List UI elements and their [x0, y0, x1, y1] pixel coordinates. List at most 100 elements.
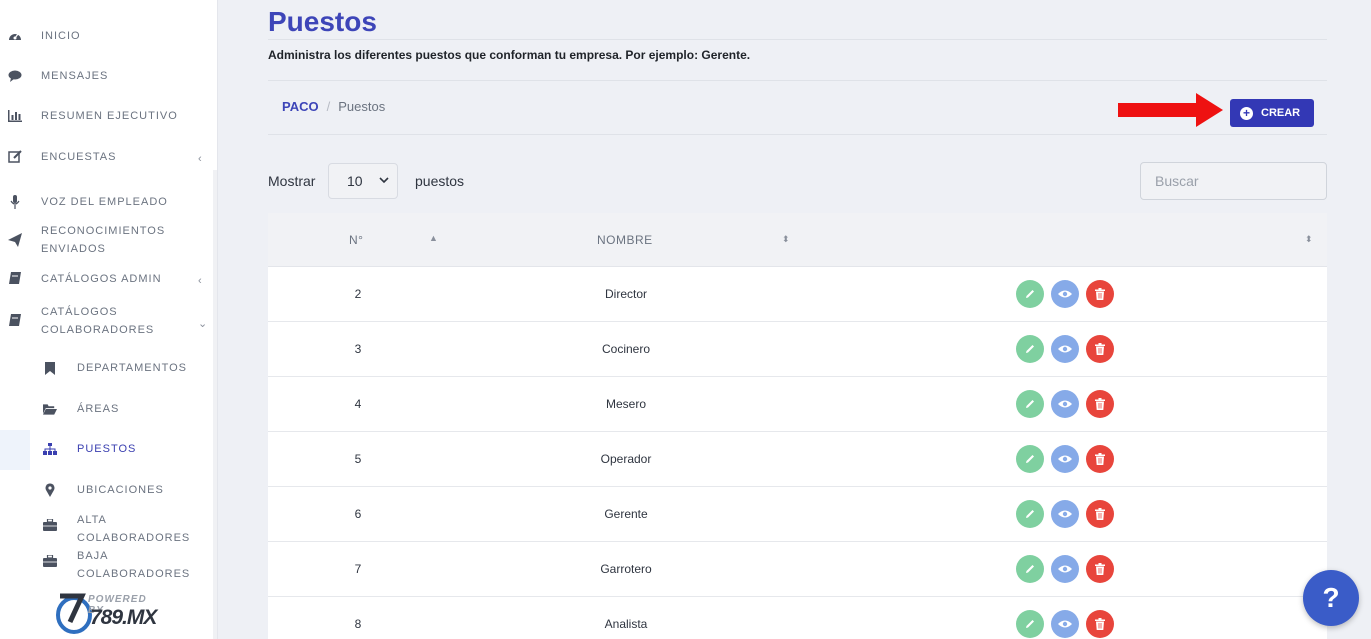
cell-number: 3: [354, 342, 362, 356]
column-header-number[interactable]: N°: [349, 233, 363, 247]
delete-button[interactable]: [1086, 335, 1114, 363]
cell-number: 4: [354, 397, 362, 411]
divider: [268, 134, 1327, 135]
sidebar-item-label: MENSAJES: [41, 70, 109, 82]
pencil-icon: [1026, 455, 1034, 463]
page-title: Puestos: [268, 6, 377, 37]
view-button[interactable]: [1051, 445, 1079, 473]
sidebar-item-catalogos-colaboradores[interactable]: CATÁLOGOS COLABORADORES ⌄: [0, 303, 218, 339]
sidebar-item-departamentos[interactable]: DEPARTAMENTOS: [0, 359, 218, 377]
create-button-label: CREAR: [1261, 107, 1301, 119]
view-button[interactable]: [1051, 555, 1079, 583]
sidebar-item-areas[interactable]: ÁREAS: [0, 400, 218, 418]
sidebar-item-label-line2: COLABORADORES: [77, 532, 191, 544]
cell-number: 6: [354, 507, 362, 521]
sort-asc-icon[interactable]: ▲: [429, 233, 438, 243]
delete-button[interactable]: [1086, 280, 1114, 308]
delete-button[interactable]: [1086, 390, 1114, 418]
delete-button[interactable]: [1086, 610, 1114, 638]
edit-button[interactable]: [1016, 335, 1044, 363]
trash-icon: [1095, 508, 1105, 520]
sidebar: INICIO MENSAJES RESUMEN EJECUTIVO ENCUES…: [0, 0, 218, 639]
microphone-icon: [8, 195, 22, 209]
sidebar-item-resumen-ejecutivo[interactable]: RESUMEN EJECUTIVO: [0, 107, 218, 125]
cell-name: Garrotero: [600, 562, 652, 576]
eye-icon: [1058, 565, 1072, 573]
book-icon: [8, 314, 22, 328]
sidebar-item-label: ÁREAS: [77, 403, 120, 415]
sidebar-item-catalogos-admin[interactable]: CATÁLOGOS ADMIN ‹: [0, 270, 218, 288]
eye-icon: [1058, 510, 1072, 518]
row-actions: [1016, 610, 1114, 638]
view-button[interactable]: [1051, 390, 1079, 418]
delete-button[interactable]: [1086, 445, 1114, 473]
edit-button[interactable]: [1016, 280, 1044, 308]
delete-button[interactable]: [1086, 555, 1114, 583]
edit-button[interactable]: [1016, 445, 1044, 473]
edit-button[interactable]: [1016, 610, 1044, 638]
powered-by-logo: POWERED BY 789.MX: [54, 592, 164, 634]
edit-button[interactable]: [1016, 390, 1044, 418]
sidebar-item-baja-colaboradores[interactable]: BAJA COLABORADORES: [0, 547, 218, 583]
chevron-left-icon: ‹: [198, 153, 203, 165]
help-button[interactable]: ?: [1303, 570, 1359, 626]
sidebar-item-label: INICIO: [41, 30, 81, 42]
view-button[interactable]: [1051, 500, 1079, 528]
edit-button[interactable]: [1016, 500, 1044, 528]
map-marker-icon: [43, 483, 57, 497]
dashboard-icon: [8, 29, 22, 43]
row-actions: [1016, 555, 1114, 583]
sidebar-item-encuestas[interactable]: ENCUESTAS ‹: [0, 148, 218, 166]
trash-icon: [1095, 563, 1105, 575]
sidebar-item-alta-colaboradores[interactable]: ALTA COLABORADORES: [0, 511, 218, 547]
breadcrumb-home-link[interactable]: PACO: [282, 99, 319, 114]
delete-button[interactable]: [1086, 500, 1114, 528]
eye-icon: [1058, 400, 1072, 408]
divider: [268, 39, 1327, 40]
show-entries-suffix: puestos: [415, 173, 465, 189]
cell-name: Analista: [604, 617, 648, 631]
cell-name: Director: [604, 287, 647, 301]
eye-icon: [1058, 345, 1072, 353]
sidebar-item-label: CATÁLOGOS: [41, 306, 118, 318]
breadcrumb: PACO / Puestos: [282, 99, 385, 114]
edit-button[interactable]: [1016, 555, 1044, 583]
eye-icon: [1058, 290, 1072, 298]
positions-table: N° ▲ NOMBRE ⬍ ⬍ 2 Director 3 Cocinero 4 …: [268, 213, 1327, 639]
page-size-select[interactable]: 10: [328, 163, 398, 199]
search-input[interactable]: [1140, 162, 1327, 200]
sidebar-item-label: DEPARTAMENTOS: [77, 362, 187, 374]
cell-number: 8: [354, 617, 362, 631]
sidebar-item-label-line2: ENVIADOS: [41, 243, 106, 255]
powered-by-brand: 789.MX: [90, 606, 157, 629]
row-actions: [1016, 500, 1114, 528]
sort-icon[interactable]: ⬍: [1305, 234, 1313, 245]
sidebar-item-label: CATÁLOGOS ADMIN: [41, 273, 162, 285]
view-button[interactable]: [1051, 280, 1079, 308]
folder-open-icon: [43, 402, 57, 416]
edit-icon: [8, 150, 22, 164]
create-button[interactable]: + CREAR: [1230, 99, 1314, 127]
table-row: 2 Director: [268, 267, 1327, 322]
view-button[interactable]: [1051, 610, 1079, 638]
chevron-down-icon: [379, 175, 389, 187]
cell-name: Operador: [600, 452, 652, 466]
sidebar-item-reconocimientos-enviados[interactable]: RECONOCIMIENTOS ENVIADOS: [0, 222, 218, 258]
sidebar-item-voz-del-empleado[interactable]: VOZ DEL EMPLEADO: [0, 193, 218, 211]
sidebar-item-mensajes[interactable]: MENSAJES: [0, 67, 218, 85]
sidebar-item-puestos[interactable]: PUESTOS: [0, 440, 218, 458]
row-actions: [1016, 280, 1114, 308]
pencil-icon: [1026, 510, 1034, 518]
trash-icon: [1095, 398, 1105, 410]
table-row: 8 Analista: [268, 597, 1327, 639]
sort-icon[interactable]: ⬍: [782, 234, 790, 245]
sidebar-item-ubicaciones[interactable]: UBICACIONES: [0, 481, 218, 499]
sidebar-item-label: UBICACIONES: [77, 484, 164, 496]
column-header-name[interactable]: NOMBRE: [597, 233, 653, 247]
breadcrumb-separator: /: [326, 99, 331, 114]
divider: [268, 80, 1327, 81]
sidebar-item-inicio[interactable]: INICIO: [0, 27, 218, 45]
sidebar-item-label: ALTA: [77, 514, 107, 526]
view-button[interactable]: [1051, 335, 1079, 363]
cell-number: 5: [354, 452, 362, 466]
